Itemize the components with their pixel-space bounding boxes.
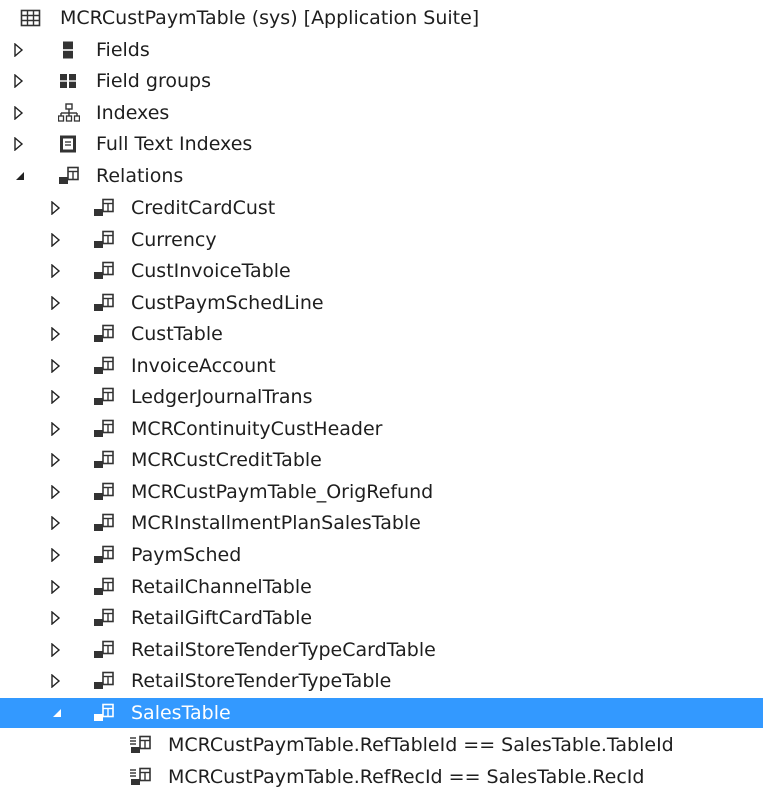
relation-item[interactable]: RetailStoreTenderTypeTable <box>0 666 763 696</box>
collapsed-arrow-icon[interactable] <box>50 351 64 381</box>
fields-icon <box>58 40 80 60</box>
relation-constraint-label: MCRCustPaymTable.RefTableId == SalesTabl… <box>168 734 674 756</box>
relation-label: MCRCustPaymTable_OrigRefund <box>131 481 434 503</box>
relation-label: SalesTable <box>131 702 231 724</box>
relation-label: LedgerJournalTrans <box>131 386 313 408</box>
relation-item[interactable]: RetailGiftCardTable <box>0 603 763 633</box>
collapsed-arrow-icon[interactable] <box>50 508 64 538</box>
collapsed-arrow-icon[interactable] <box>13 35 27 65</box>
relation-constraint-icon <box>130 767 152 787</box>
relation-item[interactable]: InvoiceAccount <box>0 351 763 381</box>
relation-constraint-item[interactable]: MCRCustPaymTable.RefTableId == SalesTabl… <box>0 730 763 760</box>
relation-item[interactable]: MCRInstallmentPlanSalesTable <box>0 508 763 538</box>
relation-icon <box>93 608 115 628</box>
field-groups-icon <box>58 71 80 91</box>
relation-item[interactable]: Currency <box>0 225 763 255</box>
relation-item[interactable]: CustPaymSchedLine <box>0 288 763 318</box>
relation-item[interactable]: MCRContinuityCustHeader <box>0 414 763 444</box>
tree-node-label: Fields <box>96 39 150 61</box>
relation-icon <box>93 640 115 660</box>
relation-icon <box>93 387 115 407</box>
relation-label: CustInvoiceTable <box>131 260 291 282</box>
relation-icon <box>93 293 115 313</box>
full-text-index-icon <box>58 134 80 154</box>
collapsed-arrow-icon[interactable] <box>50 445 64 475</box>
relation-label: RetailGiftCardTable <box>131 607 313 629</box>
relation-item[interactable]: CreditCardCust <box>0 193 763 223</box>
relation-constraint-label: MCRCustPaymTable.RefRecId == SalesTable.… <box>168 766 645 788</box>
relation-label: MCRInstallmentPlanSalesTable <box>131 512 421 534</box>
relation-item[interactable]: MCRCustCreditTable <box>0 445 763 475</box>
relation-icon <box>93 419 115 439</box>
relation-constraint-icon <box>130 735 152 755</box>
tree-node-label: Full Text Indexes <box>96 133 253 155</box>
relation-label: MCRCustCreditTable <box>131 449 322 471</box>
collapsed-arrow-icon[interactable] <box>50 382 64 412</box>
relation-item[interactable]: RetailStoreTenderTypeCardTable <box>0 635 763 665</box>
relation-item[interactable]: CustTable <box>0 319 763 349</box>
collapsed-arrow-icon[interactable] <box>50 603 64 633</box>
relation-label: RetailStoreTenderTypeCardTable <box>131 639 436 661</box>
collapsed-arrow-icon[interactable] <box>13 129 27 159</box>
collapsed-arrow-icon[interactable] <box>50 477 64 507</box>
relation-icon <box>93 703 115 723</box>
collapsed-arrow-icon[interactable] <box>50 319 64 349</box>
tree-node-fields[interactable]: Fields <box>0 35 763 65</box>
collapsed-arrow-icon[interactable] <box>50 256 64 286</box>
collapsed-arrow-icon[interactable] <box>50 635 64 665</box>
relation-icon <box>93 450 115 470</box>
indexes-icon <box>58 103 80 123</box>
tree-node-field-groups[interactable]: Field groups <box>0 66 763 96</box>
relation-label: CustTable <box>131 323 223 345</box>
relation-icon <box>58 166 80 186</box>
tree-node-indexes[interactable]: Indexes <box>0 98 763 128</box>
tree-node-label: Relations <box>96 165 184 187</box>
relation-icon <box>93 482 115 502</box>
collapsed-arrow-icon[interactable] <box>13 66 27 96</box>
relation-icon <box>93 261 115 281</box>
collapsed-arrow-icon[interactable] <box>50 225 64 255</box>
tree-root-label: MCRCustPaymTable (sys) [Application Suit… <box>60 7 480 29</box>
relation-label: Currency <box>131 229 217 251</box>
relation-icon <box>93 324 115 344</box>
expanded-arrow-icon[interactable] <box>14 161 28 191</box>
tree-root[interactable]: MCRCustPaymTable (sys) [Application Suit… <box>0 3 763 33</box>
relation-icon <box>93 577 115 597</box>
relation-label: RetailStoreTenderTypeTable <box>131 670 392 692</box>
aot-tree: MCRCustPaymTable (sys) [Application Suit… <box>0 0 763 796</box>
collapsed-arrow-icon[interactable] <box>50 666 64 696</box>
relation-item[interactable]: RetailChannelTable <box>0 572 763 602</box>
relation-label: CustPaymSchedLine <box>131 292 324 314</box>
relation-label: PaymSched <box>131 544 242 566</box>
relation-item-selected[interactable]: SalesTable <box>0 698 763 728</box>
relation-label: CreditCardCust <box>131 197 276 219</box>
collapsed-arrow-icon[interactable] <box>50 288 64 318</box>
relation-icon <box>93 230 115 250</box>
tree-node-full-text-indexes[interactable]: Full Text Indexes <box>0 129 763 159</box>
relation-item[interactable]: LedgerJournalTrans <box>0 382 763 412</box>
tree-node-label: Indexes <box>96 102 170 124</box>
collapsed-arrow-icon[interactable] <box>50 572 64 602</box>
relation-icon <box>93 356 115 376</box>
collapsed-arrow-icon[interactable] <box>50 414 64 444</box>
relation-icon <box>93 513 115 533</box>
tree-node-label: Field groups <box>96 70 211 92</box>
expanded-arrow-icon[interactable] <box>51 698 65 728</box>
relation-icon <box>93 671 115 691</box>
relation-label: InvoiceAccount <box>131 355 276 377</box>
relation-label: RetailChannelTable <box>131 576 312 598</box>
collapsed-arrow-icon[interactable] <box>13 98 27 128</box>
relation-item[interactable]: MCRCustPaymTable_OrigRefund <box>0 477 763 507</box>
relation-icon <box>93 545 115 565</box>
relation-item[interactable]: CustInvoiceTable <box>0 256 763 286</box>
relation-item[interactable]: PaymSched <box>0 540 763 570</box>
collapsed-arrow-icon[interactable] <box>50 193 64 223</box>
relation-label: MCRContinuityCustHeader <box>131 418 383 440</box>
tree-node-relations[interactable]: Relations <box>0 161 763 191</box>
relation-icon <box>93 198 115 218</box>
table-icon <box>20 8 42 28</box>
collapsed-arrow-icon[interactable] <box>50 540 64 570</box>
relation-constraint-item[interactable]: MCRCustPaymTable.RefRecId == SalesTable.… <box>0 762 763 792</box>
